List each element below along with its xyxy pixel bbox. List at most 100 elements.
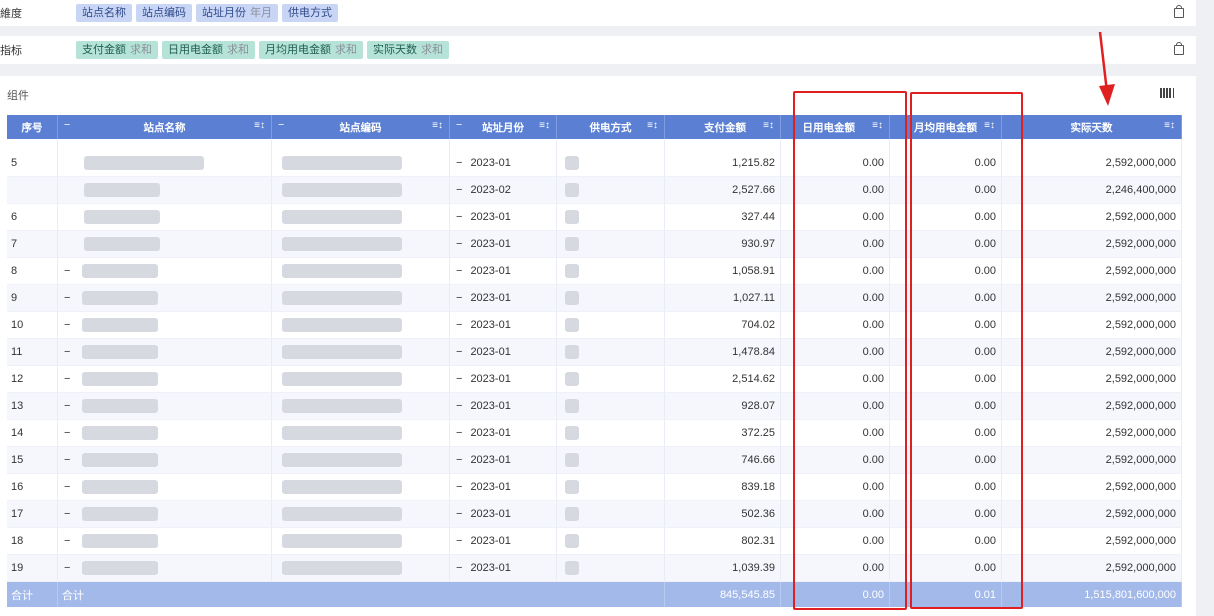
- header-pay-amount[interactable]: 支付金额 ≡↕: [665, 115, 781, 139]
- header-site-code[interactable]: − 站点编码 ≡↕: [272, 115, 450, 139]
- row-site-month: −2023-01: [450, 555, 557, 581]
- row-actual-days: 2,592,000,000: [1002, 501, 1182, 527]
- collapse-icon[interactable]: −: [456, 400, 462, 412]
- collapse-icon[interactable]: −: [456, 427, 462, 439]
- collapse-icon[interactable]: −: [456, 157, 462, 169]
- collapse-icon[interactable]: −: [456, 535, 462, 547]
- row-index: 19: [7, 555, 58, 581]
- month-value: 2023-01: [470, 211, 511, 223]
- collapse-icon[interactable]: −: [64, 427, 70, 439]
- row-index: 7: [7, 231, 58, 257]
- collapse-icon[interactable]: −: [456, 373, 462, 385]
- metric-chip-pay-amount[interactable]: 支付金额 求和: [76, 41, 158, 59]
- redacted-site-code: [282, 318, 402, 332]
- row-actual-days: 2,592,000,000: [1002, 447, 1182, 473]
- sort-icon[interactable]: ≡↕: [432, 120, 443, 131]
- collapse-icon[interactable]: −: [456, 211, 462, 223]
- collapse-icon[interactable]: −: [456, 508, 462, 520]
- collapse-icon[interactable]: −: [456, 238, 462, 250]
- collapse-icon[interactable]: −: [456, 346, 462, 358]
- row-pay-amount: 1,215.82: [665, 150, 781, 176]
- collapse-icon[interactable]: −: [64, 535, 70, 547]
- redacted-site-name: [84, 183, 160, 197]
- row-site-month: −2023-01: [450, 150, 557, 176]
- collapse-icon[interactable]: −: [456, 319, 462, 331]
- collapse-icon[interactable]: −: [456, 265, 462, 277]
- collapse-icon[interactable]: −: [64, 265, 70, 277]
- row-site-code: [272, 285, 450, 311]
- collapse-icon[interactable]: −: [456, 184, 462, 196]
- collapse-icon[interactable]: −: [64, 319, 70, 331]
- row-actual-days: 2,592,000,000: [1002, 312, 1182, 338]
- sort-icon[interactable]: ≡↕: [539, 120, 550, 131]
- row-site-name: −: [58, 447, 272, 473]
- dimension-chip-site-month[interactable]: 站址月份 年月: [196, 4, 278, 22]
- redacted-power-supply: [565, 426, 579, 440]
- row-power-supply: [557, 474, 665, 500]
- collapse-icon[interactable]: −: [64, 454, 70, 466]
- row-power-supply: [557, 177, 665, 203]
- redacted-site-code: [282, 237, 402, 251]
- collapse-icon[interactable]: −: [64, 346, 70, 358]
- redacted-site-code: [282, 507, 402, 521]
- collapse-icon[interactable]: −: [64, 562, 70, 574]
- header-site-name[interactable]: − 站点名称 ≡↕: [58, 115, 272, 139]
- metric-chip-daily-amount[interactable]: 日用电金额 求和: [162, 41, 255, 59]
- lock-icon[interactable]: [1174, 42, 1184, 55]
- dimension-chip-power-supply[interactable]: 供电方式: [282, 4, 338, 22]
- collapse-icon[interactable]: −: [456, 481, 462, 493]
- row-site-name: −: [58, 366, 272, 392]
- metric-chip-monthly-amount[interactable]: 月均用电金额 求和: [259, 41, 363, 59]
- collapse-icon[interactable]: −: [64, 292, 70, 304]
- row-index: 15: [7, 447, 58, 473]
- redacted-site-name: [84, 237, 160, 251]
- header-label: 实际天数: [1070, 121, 1113, 134]
- row-site-name: [58, 204, 272, 230]
- collapse-icon[interactable]: −: [278, 119, 284, 131]
- sort-icon[interactable]: ≡↕: [254, 120, 265, 131]
- redacted-site-name: [82, 318, 159, 332]
- row-site-name: −: [58, 555, 272, 581]
- sort-icon[interactable]: ≡↕: [647, 120, 658, 131]
- dimension-chip-site-code[interactable]: 站点编码: [136, 4, 192, 22]
- dimension-chip-site-name[interactable]: 站点名称: [76, 4, 132, 22]
- sort-icon[interactable]: ≡↕: [1164, 120, 1175, 131]
- chip-label: 站址月份: [202, 7, 246, 19]
- row-site-code: [272, 204, 450, 230]
- row-actual-days: 2,592,000,000: [1002, 204, 1182, 230]
- collapse-icon[interactable]: −: [64, 119, 70, 131]
- row-actual-days: 2,592,000,000: [1002, 339, 1182, 365]
- collapse-icon[interactable]: −: [456, 292, 462, 304]
- row-pay-amount: 704.02: [665, 312, 781, 338]
- header-index[interactable]: 序号: [7, 115, 58, 139]
- row-power-supply: [557, 528, 665, 554]
- redacted-power-supply: [565, 318, 579, 332]
- header-site-month[interactable]: − 站址月份 ≡↕: [450, 115, 557, 139]
- metric-chip-actual-days[interactable]: 实际天数 求和: [367, 41, 449, 59]
- header-power-supply[interactable]: 供电方式 ≡↕: [557, 115, 665, 139]
- lock-icon[interactable]: [1174, 5, 1184, 18]
- collapse-icon[interactable]: −: [456, 562, 462, 574]
- row-site-code: [272, 447, 450, 473]
- chip-label: 日用电金额: [168, 44, 223, 56]
- collapse-icon[interactable]: −: [456, 119, 462, 131]
- redacted-site-code: [282, 183, 402, 197]
- redacted-site-code: [282, 426, 402, 440]
- barcode-icon[interactable]: [1160, 88, 1174, 98]
- row-site-month: −2023-01: [450, 501, 557, 527]
- chip-label: 供电方式: [288, 7, 332, 19]
- header-actual-days[interactable]: 实际天数 ≡↕: [1002, 115, 1182, 139]
- collapse-icon[interactable]: −: [64, 400, 70, 412]
- sort-icon[interactable]: ≡↕: [763, 120, 774, 131]
- row-actual-days: 2,592,000,000: [1002, 393, 1182, 419]
- collapse-icon[interactable]: −: [64, 481, 70, 493]
- collapse-icon[interactable]: −: [456, 454, 462, 466]
- row-site-month: −2023-01: [450, 312, 557, 338]
- row-actual-days: 2,592,000,000: [1002, 474, 1182, 500]
- row-site-month: −2023-01: [450, 258, 557, 284]
- collapse-icon[interactable]: −: [64, 373, 70, 385]
- redacted-site-name: [82, 453, 159, 467]
- redacted-site-name: [82, 264, 159, 278]
- metric-label: 指标: [0, 45, 22, 57]
- collapse-icon[interactable]: −: [64, 508, 70, 520]
